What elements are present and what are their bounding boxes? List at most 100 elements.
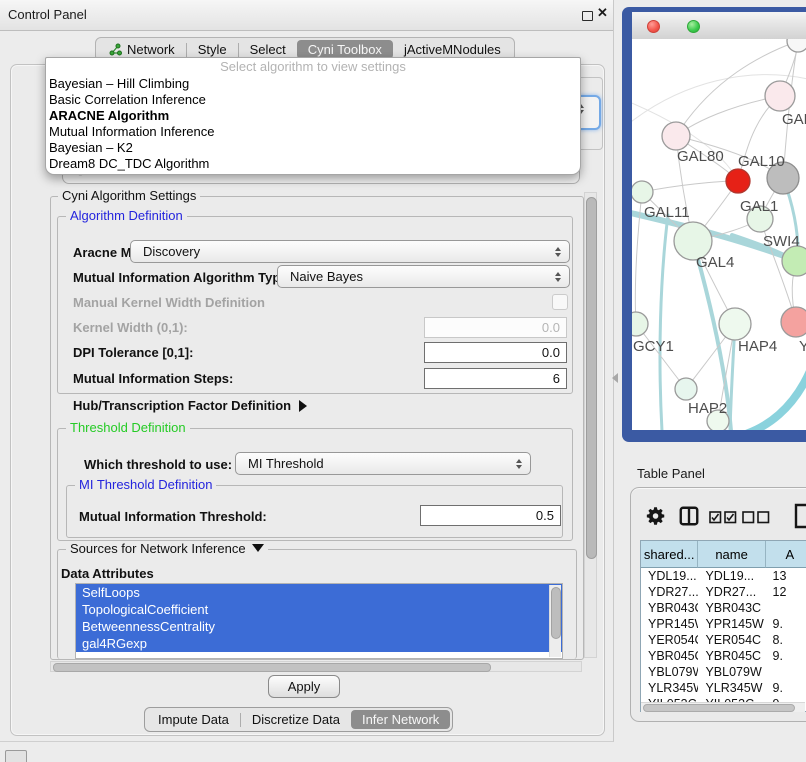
table-row[interactable]: YER054CYER054C8. [641,632,806,648]
table-row[interactable]: YBL079WYBL079W [641,664,806,680]
aracne-mode-combo[interactable]: Discovery [130,240,570,263]
algorithm-option[interactable]: Mutual Information Inference [46,124,580,140]
columns-icon[interactable] [678,505,700,530]
network-edge [676,96,780,136]
control-panel-window: Control Panel ✕ NetworkStyleSelectCyni T… [0,0,614,742]
mi-threshold-field[interactable]: 0.5 [420,505,561,526]
kernel-width-field[interactable]: 0.0 [424,317,567,338]
dpi-tolerance-label: DPI Tolerance [0,1]: [73,345,193,360]
minimized-panel-icon[interactable] [5,750,27,762]
network-node[interactable] [662,122,690,150]
mi-type-combo[interactable]: Naive Bayes [277,265,570,288]
which-threshold-combo[interactable]: MI Threshold [235,452,531,475]
table-cell: YER054C [641,632,698,648]
mi-threshold-group-title: MI Threshold Definition [75,478,216,492]
dropdown-prompt: Select algorithm to view settings [46,58,580,76]
table-row[interactable]: YLR345WYLR345W9. [641,680,806,696]
minimize-light[interactable] [667,20,678,31]
list-scrollbar[interactable] [549,585,561,657]
network-node[interactable] [787,39,806,52]
mi-steps-field[interactable]: 6 [424,368,567,389]
column-header[interactable]: shared... [641,541,698,568]
algorithm-option[interactable]: Bayesian – Hill Climbing [46,76,580,92]
table-row[interactable]: YDL19...YDL19...13 [641,568,806,584]
tab-impute-data[interactable]: Impute Data [147,710,240,729]
tab-infer-network[interactable]: Infer Network [351,710,450,729]
node-label: Y [799,338,806,355]
node-label: GAL4 [696,254,734,271]
dpi-tolerance-field[interactable]: 0.0 [424,342,567,363]
table-row[interactable]: YBR045CYBR045C9. [641,648,806,664]
table-row[interactable]: YBR043CYBR043C [641,600,806,616]
unchecked-pair-icon[interactable] [742,511,770,527]
sources-group-title[interactable]: Sources for Network Inference [66,542,268,556]
table-hscroll-thumb[interactable] [643,704,795,712]
aracne-mode-value: Discovery [131,244,551,259]
network-node[interactable] [726,169,750,193]
settings-hscroll-thumb[interactable] [53,663,491,672]
algorithm-definition-title: Algorithm Definition [66,209,187,223]
apply-button[interactable]: Apply [268,675,340,698]
table-cell [766,664,806,680]
mi-type-value: Naive Bayes [278,269,551,284]
list-scrollbar-thumb[interactable] [551,587,561,639]
data-attribute-item[interactable]: TopologicalCoefficient [76,601,562,618]
table-cell: YPR145W [698,616,765,632]
manual-kernel-checkbox[interactable] [552,294,568,310]
tab-label: Impute Data [158,712,229,727]
algorithm-option[interactable]: ARACNE Algorithm [46,108,580,124]
algorithm-option[interactable]: Bayesian – K2 [46,140,580,156]
network-node[interactable] [719,308,751,340]
page-icon[interactable] [793,503,806,532]
close-light[interactable] [647,20,660,33]
node-table: shared...nameA YDL19...YDL19...13YDR27..… [640,540,806,712]
algorithm-option[interactable]: Basic Correlation Inference [46,92,580,108]
column-header[interactable]: name [698,541,765,568]
mi-type-label: Mutual Information Algorithm Type: [73,270,292,285]
table-cell: 9. [766,616,806,632]
gear-icon[interactable] [645,505,667,530]
zoom-light[interactable] [687,20,700,33]
settings-vertical-scrollbar[interactable] [584,192,597,658]
network-edge [736,371,806,430]
column-header[interactable]: A [766,541,806,568]
threshold-definition-title: Threshold Definition [66,421,190,435]
network-node[interactable] [765,81,795,111]
table-row[interactable]: YDR27...YDR27...12 [641,584,806,600]
algorithm-dropdown-popup: Select algorithm to view settings Bayesi… [45,57,581,175]
node-label: GAL [782,111,806,128]
splitter-handle-icon[interactable] [612,373,618,383]
mi-steps-label: Mutual Information Steps: [73,371,233,386]
float-icon[interactable] [582,11,593,21]
network-canvas[interactable]: GALGAL80GAL10GAL1SWI4GAL11GAL4GCY1HAP4YH… [632,39,806,430]
table-cell: YBL079W [641,664,698,680]
network-node[interactable] [632,181,653,203]
data-attribute-item[interactable]: BetweennessCentrality [76,618,562,635]
data-attributes-label: Data Attributes [61,566,154,581]
close-icon[interactable]: ✕ [597,5,608,21]
data-attribute-item[interactable]: SelfLoops [76,584,562,601]
checked-pair-icon[interactable] [709,511,737,527]
network-node[interactable] [782,246,806,276]
hub-definition-expander[interactable]: Hub/Transcription Factor Definition [73,398,307,413]
hub-definition-label: Hub/Transcription Factor Definition [73,398,291,413]
network-node[interactable] [781,307,806,337]
network-node[interactable] [632,312,648,336]
settings-horizontal-scrollbar[interactable] [50,661,582,672]
table-cell: 13 [766,568,806,584]
tab-discretize-data[interactable]: Discretize Data [241,710,351,729]
tab-label: Style [198,42,227,57]
table-cell: 8. [766,632,806,648]
tab-label: Discretize Data [252,712,340,727]
data-attribute-item[interactable]: gal4RGexp [76,635,562,652]
mi-threshold-label: Mutual Information Threshold: [79,509,267,524]
network-node[interactable] [675,378,697,400]
algorithm-option[interactable]: Dream8 DC_TDC Algorithm [46,156,580,172]
settings-vscroll-thumb[interactable] [586,197,597,559]
table-horizontal-scrollbar[interactable] [641,702,805,712]
expand-right-icon [299,400,307,412]
node-label: GAL10 [738,153,785,170]
table-row[interactable]: YPR145WYPR145W9. [641,616,806,632]
table-header-row: shared...nameA [641,541,806,568]
stepper-arrows-icon [551,247,565,257]
